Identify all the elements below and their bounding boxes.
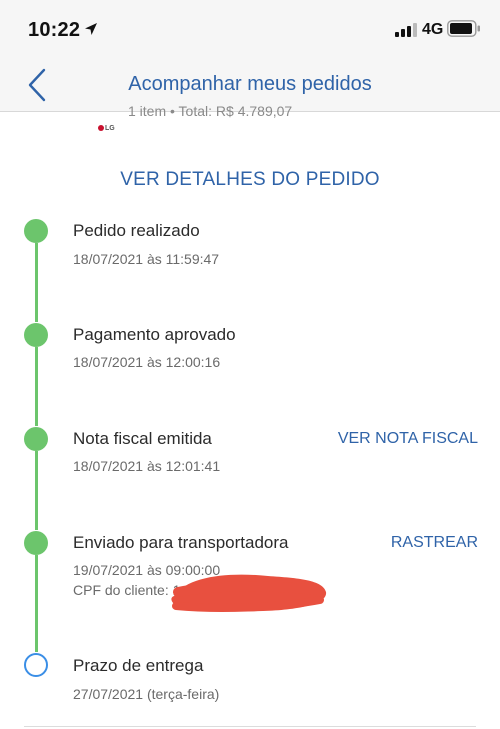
step-title: Nota fiscal emitida	[73, 429, 212, 448]
location-arrow-icon	[85, 23, 97, 35]
step-complete-icon	[24, 219, 48, 243]
brand-name: LG	[105, 125, 115, 132]
timeline-connector	[35, 347, 38, 426]
step-complete-icon	[24, 531, 48, 555]
status-bar: 10:22 4G	[0, 0, 500, 58]
order-details-link[interactable]: VER DETALHES DO PEDIDO	[0, 169, 500, 191]
timeline-connector	[35, 451, 38, 530]
timeline-connector	[35, 555, 38, 652]
page-title: Acompanhar meus pedidos	[128, 73, 372, 95]
step-title: Pagamento aprovado	[73, 325, 236, 344]
track-shipment-link[interactable]: RASTREAR	[391, 534, 478, 552]
order-summary-text: 1 item • Total: R$ 4.789,07	[128, 104, 293, 118]
divider	[24, 726, 476, 727]
step-complete-icon	[24, 427, 48, 451]
step-title: Enviado para transportadora	[73, 533, 289, 552]
step-title: Pedido realizado	[73, 221, 200, 240]
redaction-scribble	[171, 574, 327, 612]
step-date: 18/07/2021 às 12:01:41	[73, 458, 221, 474]
step-date: 18/07/2021 às 11:59:47	[73, 251, 220, 267]
network-label: 4G	[422, 21, 444, 38]
brand-logo: LG	[98, 125, 115, 132]
step-title: Prazo de entrega	[73, 656, 204, 675]
step-date: 27/07/2021 (terça-feira)	[73, 686, 220, 702]
lg-logo-icon	[98, 125, 104, 132]
step-date: 18/07/2021 às 12:00:16	[73, 354, 221, 370]
step-complete-icon	[24, 323, 48, 347]
customer-cpf-label: CPF do cliente: 1	[73, 582, 181, 598]
view-invoice-link[interactable]: VER NOTA FISCAL	[338, 430, 478, 448]
step-pending-icon	[24, 653, 48, 677]
timeline-connector	[35, 243, 38, 322]
signal-icon	[395, 23, 417, 37]
status-time: 10:22	[28, 19, 81, 41]
battery-icon	[447, 20, 480, 37]
